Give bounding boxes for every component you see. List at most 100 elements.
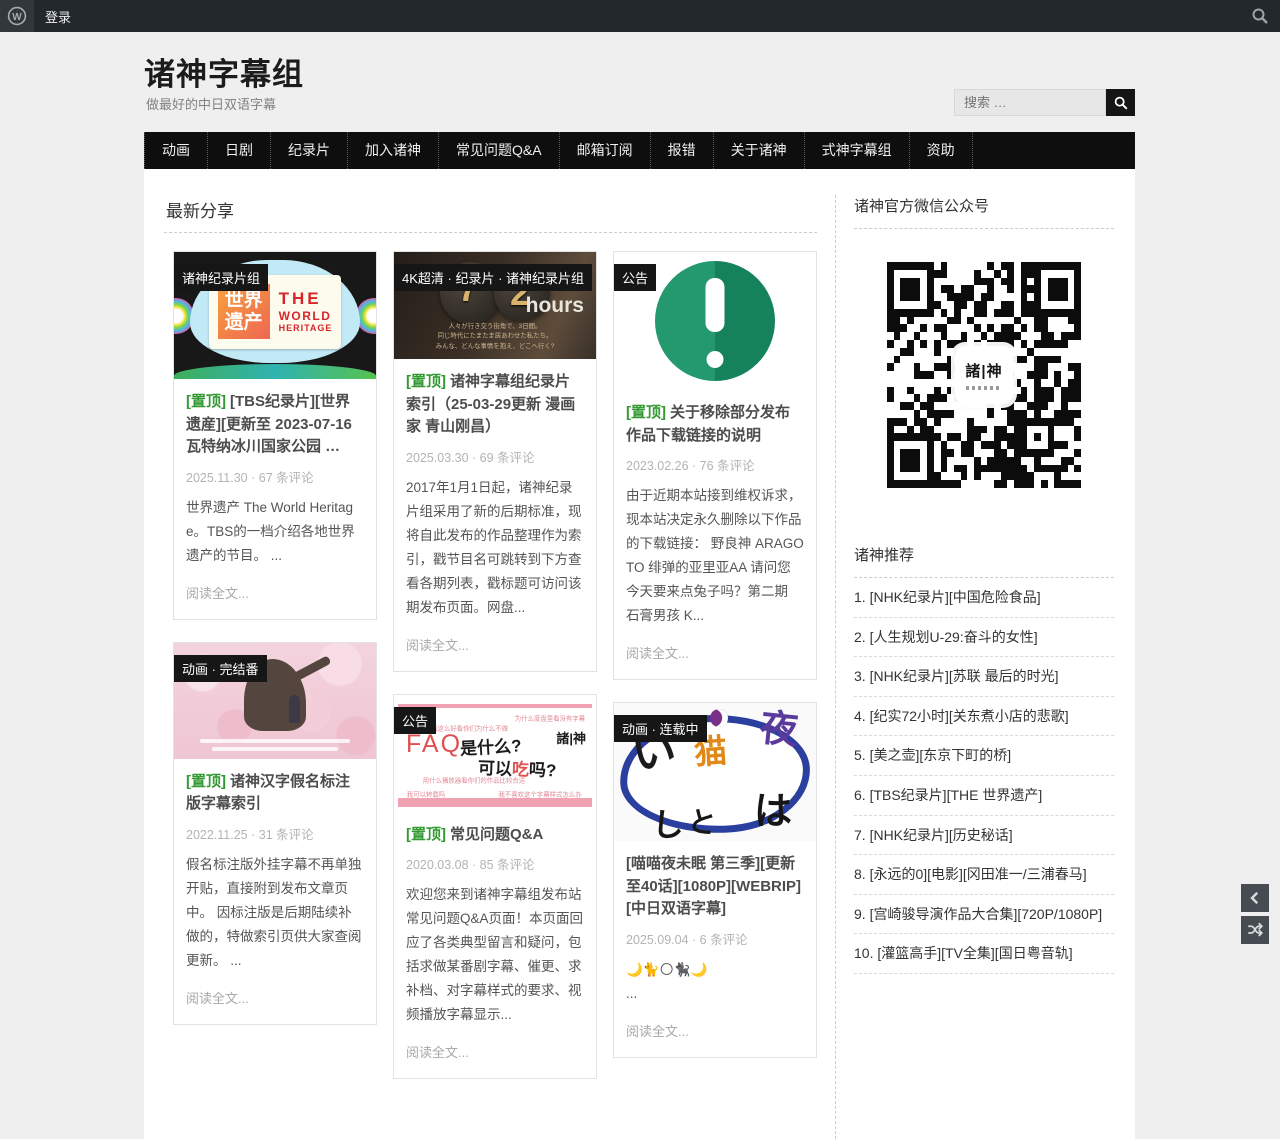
post-meta: 2022.11.25 · 31 条评论 — [186, 824, 364, 843]
shuffle-icon — [1246, 921, 1264, 939]
recommend-item[interactable]: 5. [美之壶][东京下町的桥] — [854, 736, 1114, 776]
nav-item-donate[interactable]: 资助 — [909, 132, 973, 169]
post-meta: 2025.03.30 · 69 条评论 — [406, 447, 584, 466]
nav-item-shikigami[interactable]: 式神字幕组 — [804, 132, 909, 169]
subtitle-decoration — [212, 747, 338, 751]
post-body: [置顶]诸神字幕组纪录片索引（25-03-29更新 漫画家 青山刚昌） 2025… — [394, 359, 596, 671]
post-badge: 公告 — [394, 707, 436, 734]
wechat-qr-code: 諸|神 — [887, 262, 1081, 488]
thumb-en-line: HERITAGE — [279, 323, 333, 334]
wordpress-logo[interactable]: W — [0, 0, 34, 32]
site-header: 诸神字幕组 做最好的中日双语字幕 — [0, 32, 1280, 132]
post-thumbnail[interactable]: い 夜 猫 は と し 动画 · 连载中 — [614, 703, 816, 841]
read-more-link[interactable]: 阅读全文... — [626, 643, 689, 662]
nav-item-about[interactable]: 关于诸神 — [713, 132, 804, 169]
post-card: い 夜 猫 は と し 动画 · 连载中 [喵喵夜未眠 第三季][更新至40话]… — [613, 702, 817, 1058]
nav-item-mail-subscribe[interactable]: 邮箱订阅 — [559, 132, 650, 169]
post-title-link[interactable]: [置顶]常见问题Q&A — [406, 824, 584, 847]
recommend-item[interactable]: 10. [灌篮高手][TV全集][国日粤音轨] — [854, 934, 1114, 974]
posts-column: 世界遗产 THE WORLD HERITAGE 诸神纪录片组 — [173, 251, 377, 1079]
recommend-item[interactable]: 4. [纪实72小时][关东煮小店的悲歌] — [854, 697, 1114, 737]
post-body: [喵喵夜未眠 第三季][更新至40话][1080P][WEBRIP][中日双语字… — [614, 841, 816, 1057]
floating-buttons — [1241, 884, 1269, 944]
post-title-link[interactable]: [置顶]诸神汉字假名标注版字幕索引 — [186, 771, 364, 816]
previous-page-button[interactable] — [1241, 884, 1269, 912]
nav-item-faq[interactable]: 常见问题Q&A — [438, 132, 559, 169]
post-title-link[interactable]: [置顶][TBS纪录片][世界遗産][更新至 2023-07-16 瓦特纳冰川国… — [186, 391, 364, 459]
search-box — [954, 89, 1135, 116]
recommend-item[interactable]: 3. [NHK纪录片][苏联 最后的时光] — [854, 657, 1114, 697]
qr-center-logo: 諸|神 — [955, 346, 1013, 404]
post-badge: 动画 · 完结番 — [174, 655, 267, 682]
section-title: 最新分享 — [164, 195, 817, 233]
subtitle-decoration — [200, 739, 350, 743]
recommend-item[interactable]: 7. [NHK纪录片][历史秘话] — [854, 816, 1114, 856]
nav-item-join[interactable]: 加入诸神 — [347, 132, 438, 169]
main-navigation: 动画 日剧 纪录片 加入诸神 常见问题Q&A 邮箱订阅 报错 关于诸神 式神字幕… — [144, 132, 1135, 169]
adminbar-search-icon[interactable] — [1250, 6, 1270, 26]
post-badge: 公告 — [614, 264, 656, 291]
read-more-link[interactable]: 阅读全文... — [406, 635, 469, 654]
wechat-widget-title: 诸神官方微信公众号 — [854, 195, 1114, 229]
logo-subtext-decoration — [966, 386, 1002, 390]
recommend-item[interactable]: 6. [TBS纪录片][THE 世界遗产] — [854, 776, 1114, 816]
posts-column: 公告 [置顶]关于移除部分发布作品下载链接的说明 2023.02.26 · 76… — [613, 251, 817, 1079]
post-title-text: [喵喵夜未眠 第三季][更新至40话][1080P][WEBRIP][中日双语字… — [626, 855, 801, 917]
login-link[interactable]: 登录 — [45, 7, 71, 26]
read-more-link[interactable]: 阅读全文... — [186, 583, 249, 602]
sticky-label: [置顶] — [406, 373, 446, 390]
post-excerpt: 由于近期本站接到维权诉求，现本站决定永久删除以下作品的下载链接： 野良神 ARA… — [626, 484, 804, 628]
post-badge: 动画 · 连载中 — [614, 715, 707, 742]
nav-item-report-error[interactable]: 报错 — [650, 132, 713, 169]
recommend-item[interactable]: 2. [人生规划U-29:奋斗的女性] — [854, 618, 1114, 658]
post-card: 公告 [置顶]关于移除部分发布作品下载链接的说明 2023.02.26 · 76… — [613, 251, 817, 680]
post-card: 7 2 hours 人々が行き交う街角で、3日間。 同じ時代にたまたま居あわせた… — [393, 251, 597, 672]
post-title-link[interactable]: [置顶]诸神字幕组纪录片索引（25-03-29更新 漫画家 青山刚昌） — [406, 371, 584, 439]
post-excerpt: 世界遗产 The World Heritage。TBS的一档介绍各地世界遗产的节… — [186, 496, 364, 568]
figure-decoration — [289, 695, 300, 723]
nav-item-documentary[interactable]: 纪录片 — [270, 132, 347, 169]
post-thumbnail[interactable]: 动画 · 完结番 — [174, 643, 376, 759]
post-thumbnail[interactable]: 公告 — [614, 252, 816, 390]
post-meta: 2025.09.04 · 6 条评论 — [626, 929, 804, 948]
recommend-list: 1. [NHK纪录片][中国危险食品] 2. [人生规划U-29:奋斗的女性] … — [854, 578, 1114, 974]
post-excerpt: 2017年1月1日起，诸神纪录片组采用了新的后期标准，现将自此发布的作品整理作为… — [406, 476, 584, 620]
post-thumbnail[interactable]: FAQ 是什么? 可以吃吗? 諸|神 为什么度盘里看没有字幕 这部动画这么好看你… — [394, 695, 596, 812]
post-excerpt: 假名标注版外挂字幕不再单独开贴，直接附到发布文章页中。 因标注版是后期陆续补做的… — [186, 853, 364, 973]
thumb-caption: 人々が行き交う街角で、3日間。 同じ時代にたまたま居あわせた私たち。 みんな、ど… — [414, 322, 576, 352]
post-meta: 2025.11.30 · 67 条评论 — [186, 467, 364, 486]
post-body: [置顶][TBS纪录片][世界遗産][更新至 2023-07-16 瓦特纳冰川国… — [174, 379, 376, 619]
post-thumbnail[interactable]: 7 2 hours 人々が行き交う街角で、3日間。 同じ時代にたまたま居あわせた… — [394, 252, 596, 359]
svg-text:W: W — [12, 12, 22, 23]
exclamation-dot — [707, 351, 724, 368]
recommend-item[interactable]: 9. [宫崎骏导演作品大合集][720P/1080P] — [854, 895, 1114, 935]
exclamation-icon — [655, 261, 775, 381]
search-button[interactable] — [1106, 89, 1135, 116]
thumb-cn-title: 世界遗产 — [218, 284, 270, 339]
sticky-label: [置顶] — [186, 773, 226, 790]
read-more-link[interactable]: 阅读全文... — [406, 1042, 469, 1061]
post-title-text: 常见问题Q&A — [450, 826, 543, 843]
thumb-en-title: THE WORLD HERITAGE — [279, 289, 333, 335]
site-title[interactable]: 诸神字幕组 — [144, 49, 304, 94]
site-tagline: 做最好的中日双语字幕 — [146, 94, 276, 113]
thumb-kana: は — [754, 793, 792, 831]
recommend-item[interactable]: 1. [NHK纪录片][中国危险食品] — [854, 578, 1114, 618]
post-title-link[interactable]: [喵喵夜未眠 第三季][更新至40话][1080P][WEBRIP][中日双语字… — [626, 853, 804, 921]
post-body: [置顶]常见问题Q&A 2020.03.08 · 85 条评论 欢迎您来到诸神字… — [394, 812, 596, 1079]
post-thumbnail[interactable]: 世界遗产 THE WORLD HERITAGE 诸神纪录片组 — [174, 252, 376, 379]
exclamation-bar — [706, 278, 725, 332]
random-post-button[interactable] — [1241, 916, 1269, 944]
search-input[interactable] — [954, 89, 1106, 116]
thumb-kana: と — [686, 807, 718, 839]
recommend-item[interactable]: 8. [永远的0][电影][冈田准一/三浦春马] — [854, 855, 1114, 895]
read-more-link[interactable]: 阅读全文... — [186, 988, 249, 1007]
post-meta: 2023.02.26 · 76 条评论 — [626, 455, 804, 474]
nav-item-jdrama[interactable]: 日剧 — [207, 132, 270, 169]
post-title-link[interactable]: [置顶]关于移除部分发布作品下载链接的说明 — [626, 402, 804, 447]
sticky-label: [置顶] — [406, 826, 446, 843]
sidebar: 诸神官方微信公众号 諸|神 诸神推荐 1. [NHK纪录片][中国危险食品] 2… — [854, 195, 1114, 1139]
read-more-link[interactable]: 阅读全文... — [626, 1021, 689, 1040]
thumb-kana: し — [651, 808, 685, 841]
nav-item-anime[interactable]: 动画 — [144, 132, 207, 169]
